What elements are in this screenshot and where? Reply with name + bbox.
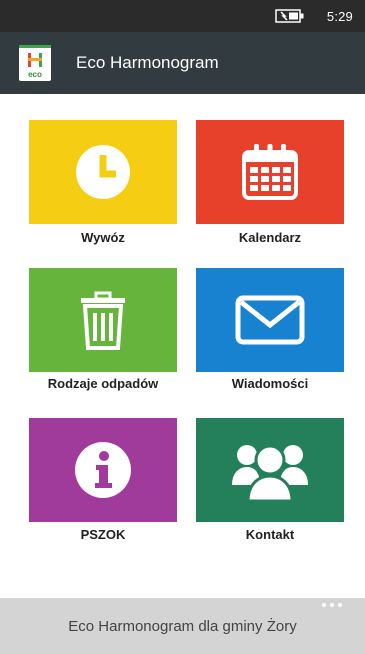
logo-text: eco: [28, 70, 42, 79]
tile-label-kalendarz: Kalendarz: [238, 230, 302, 245]
tile-label-kontakt: Kontakt: [245, 527, 295, 542]
battery-charging-icon: [275, 9, 304, 23]
clock-icon: [76, 145, 130, 199]
more-dots-icon[interactable]: [321, 600, 343, 610]
clock-time: 5:29: [326, 9, 353, 24]
status-bar: 5:29: [0, 0, 365, 32]
eco-logo-icon: eco: [19, 45, 51, 81]
tile-rodzaje-odpadow[interactable]: [29, 268, 177, 372]
info-icon: [75, 442, 131, 498]
tile-label-rodzaje-odpadow: Rodzaje odpadów: [47, 376, 159, 391]
calendar-icon: [242, 144, 298, 200]
people-icon: [232, 444, 308, 503]
tile-label-wiadomosci: Wiadomości: [231, 376, 309, 391]
tile-label-wywoz: Wywóz: [81, 230, 125, 245]
tile-wiadomosci[interactable]: [196, 268, 344, 372]
app-header: eco Eco Harmonogram: [0, 32, 365, 94]
tile-label-pszok: PSZOK: [80, 527, 126, 542]
tile-pszok[interactable]: [29, 418, 177, 522]
app-title: Eco Harmonogram: [76, 53, 219, 72]
tile-kalendarz[interactable]: [196, 120, 344, 224]
bottom-bar-text: Eco Harmonogram dla gminy Żory: [68, 618, 297, 635]
tile-wywoz[interactable]: [29, 120, 177, 224]
tile-kontakt[interactable]: [196, 418, 344, 522]
trash-icon: [81, 291, 125, 350]
envelope-icon: [235, 295, 305, 345]
bottom-app-bar: Eco Harmonogram dla gminy Żory: [0, 598, 365, 654]
